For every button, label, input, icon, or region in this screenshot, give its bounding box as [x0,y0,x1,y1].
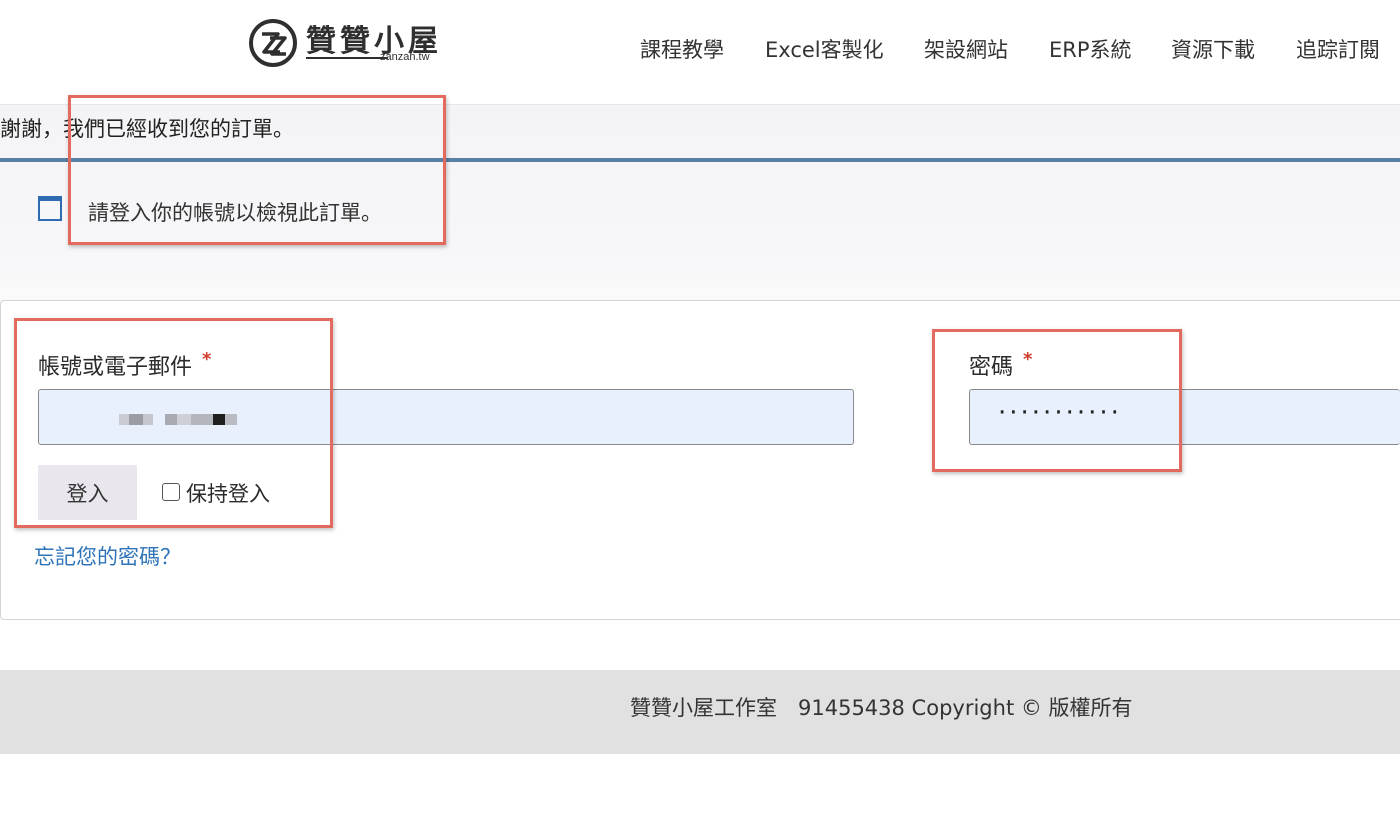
nav-item-courses[interactable]: 課程教學 [640,34,724,64]
nav-item-excel[interactable]: Excel客製化 [765,34,884,64]
main-nav: 課程教學 Excel客製化 架設網站 ERP系統 資源下載 追踪訂閱 [0,34,1400,64]
nav-item-erp[interactable]: ERP系統 [1049,34,1132,64]
nav-item-website[interactable]: 架設網站 [924,34,1008,64]
nav-item-subscribe[interactable]: 追踪訂閱 [1296,34,1380,64]
annotation-box-password [932,329,1182,472]
forgot-password-link[interactable]: 忘記您的密碼？ [34,541,181,571]
annotation-box-username [14,318,333,528]
window-icon [38,196,62,221]
annotation-box-message [68,95,446,245]
site-footer: 贊贊小屋工作室 91455438 Copyright © 版權所有 [0,670,1400,754]
nav-item-downloads[interactable]: 資源下載 [1171,34,1255,64]
copyright-text: 贊贊小屋工作室 91455438 Copyright © 版權所有 [630,696,1133,720]
site-header: 贊贊小屋 zanzan.tw 課程教學 Excel客製化 架設網站 ERP系統 … [0,0,1400,105]
